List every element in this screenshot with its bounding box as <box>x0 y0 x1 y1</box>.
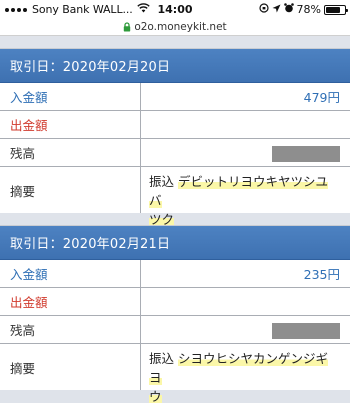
location-icon <box>272 3 281 16</box>
deposit-label: 入金額 <box>0 260 141 287</box>
battery-percent: 78% <box>296 3 321 16</box>
withdrawal-label: 出金額 <box>0 288 141 315</box>
transaction-card: 取引日：2020年02月20日 入金額 479円 出金額 残高 摘要 振込 デビッ… <box>0 48 350 227</box>
memo-label: 摘要 <box>0 344 141 390</box>
battery-icon <box>324 4 348 15</box>
balance-value <box>141 316 350 343</box>
orientation-lock-icon <box>258 3 269 16</box>
alarm-icon <box>283 3 294 16</box>
withdrawal-label: 出金額 <box>0 111 141 138</box>
redacted-balance <box>272 146 340 162</box>
status-left: Sony Bank WALL... <box>5 3 150 16</box>
carrier-name: Sony Bank WALL... <box>32 3 133 16</box>
withdrawal-value <box>141 111 350 138</box>
balance-label: 残高 <box>0 316 141 343</box>
signal-icon <box>5 7 27 12</box>
deposit-value: 479円 <box>303 90 340 105</box>
transaction-card: 取引日：2020年02月21日 入金額 235円 出金額 残高 摘要 振込 シヨウ… <box>0 225 350 403</box>
memo-text-line1: シヨウヒシヤカンゲンジギヨ <box>149 351 329 385</box>
memo-label: 摘要 <box>0 167 141 213</box>
balance-value <box>141 139 350 166</box>
deposit-label: 入金額 <box>0 83 141 110</box>
transaction-date-header: 取引日：2020年02月20日 <box>0 49 350 83</box>
balance-label: 残高 <box>0 139 141 166</box>
lock-icon <box>123 21 131 32</box>
memo-type: 振込 <box>149 351 175 366</box>
memo-row: 摘要 振込 デビットリヨウキヤツシユバ ツク <box>0 167 350 227</box>
deposit-row: 入金額 235円 <box>0 260 350 288</box>
memo-type: 振込 <box>149 174 175 189</box>
memo-text-line1: デビットリヨウキヤツシユバ <box>149 174 329 208</box>
transaction-date-header: 取引日：2020年02月21日 <box>0 226 350 260</box>
memo-value: 振込 デビットリヨウキヤツシユバ ツク <box>141 167 350 227</box>
withdrawal-row: 出金額 <box>0 288 350 316</box>
transaction-list[interactable]: 取引日：2020年02月20日 入金額 479円 出金額 残高 摘要 振込 デビッ… <box>0 36 350 403</box>
status-right: 78% <box>258 3 348 16</box>
wifi-icon <box>136 3 150 16</box>
deposit-value: 235円 <box>303 267 340 282</box>
withdrawal-row: 出金額 <box>0 111 350 139</box>
redacted-balance <box>272 323 340 339</box>
withdrawal-value <box>141 288 350 315</box>
url-text: o2o.moneykit.net <box>134 20 227 33</box>
balance-row: 残高 <box>0 316 350 344</box>
deposit-row: 入金額 479円 <box>0 83 350 111</box>
memo-row: 摘要 振込 シヨウヒシヤカンゲンジギヨウ <box>0 344 350 403</box>
balance-row: 残高 <box>0 139 350 167</box>
memo-text-line2: ウ <box>149 389 162 403</box>
memo-value: 振込 シヨウヒシヤカンゲンジギヨウ <box>141 344 350 403</box>
status-bar: Sony Bank WALL... 14:00 78% <box>0 0 350 19</box>
address-bar[interactable]: o2o.moneykit.net <box>0 19 350 34</box>
